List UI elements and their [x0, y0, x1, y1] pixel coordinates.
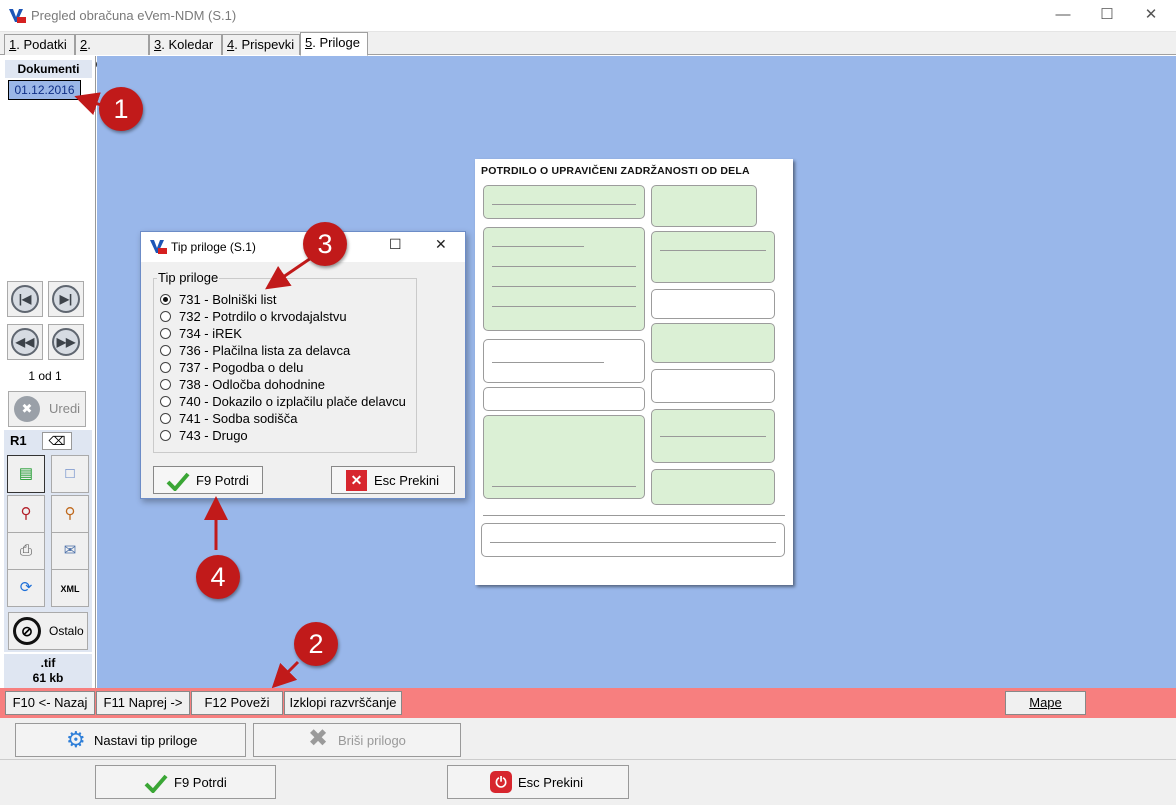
footer-bar: F9 Potrdi ⏻ Esc Prekini	[0, 760, 1176, 805]
radio-icon	[160, 396, 171, 407]
disable-sorting-button[interactable]: Izklopi razvrščanje	[284, 691, 402, 715]
file-extension: .tif	[40, 656, 56, 670]
file-size: 61 kb	[32, 671, 64, 685]
dialog-maximize-icon[interactable]: ☐	[389, 236, 402, 253]
cancel-x-icon: ✕	[346, 470, 367, 491]
next-button[interactable]: F11 Naprej ->	[96, 691, 190, 715]
footer-cancel-button[interactable]: ⏻ Esc Prekini	[447, 765, 629, 799]
tab-priloge[interactable]: 5. Priloge	[300, 32, 368, 56]
file-info: .tif 61 kb	[4, 654, 92, 688]
refresh-icon[interactable]: ⟳	[7, 569, 45, 607]
minimize-icon[interactable]: —	[1040, 0, 1086, 32]
previous-record-button[interactable]: ◀◀	[7, 324, 43, 360]
callout-4: 4	[196, 555, 240, 599]
attachment-type-dialog: Tip priloge (S.1) ☐ ✕ Tip priloge 731 - …	[140, 231, 466, 499]
form-section	[483, 185, 645, 219]
form-section	[651, 289, 775, 319]
xml-file-icon[interactable]: XML	[51, 569, 89, 607]
tools-icon: ✖	[14, 396, 40, 422]
link-button[interactable]: F12 Poveži	[191, 691, 283, 715]
title-bar: Pregled obračuna eVem-NDM (S.1) — ☐ ✕	[0, 0, 1176, 32]
r1-row: R1 ⌫	[4, 430, 92, 452]
last-record-button[interactable]: ▶|	[48, 281, 84, 317]
footer-confirm-button[interactable]: F9 Potrdi	[95, 765, 276, 799]
power-icon: ⏻	[490, 771, 512, 793]
dialog-confirm-button[interactable]: F9 Potrdi	[153, 466, 263, 494]
app-logo-icon	[9, 9, 26, 23]
edit-button[interactable]: ✖ Uredi	[8, 391, 86, 427]
other-button[interactable]: ⊘ Ostalo	[8, 612, 88, 650]
set-attachment-type-button[interactable]: ⚙ Nastavi tip priloge	[15, 723, 246, 757]
attachment-type-group: Tip priloge 731 - Bolniški list 732 - Po…	[153, 270, 417, 453]
radio-icon	[160, 328, 171, 339]
maps-button[interactable]: Mape	[1005, 691, 1086, 715]
form-section	[483, 387, 645, 411]
document-title: POTRDILO O UPRAVIČENI ZADRŽANOSTI OD DEL…	[481, 165, 750, 177]
gear-icon: ⚙	[66, 727, 86, 752]
back-button[interactable]: F10 <- Nazaj	[5, 691, 95, 715]
printer-icon[interactable]: ⎙	[7, 532, 45, 570]
list-view-icon[interactable]: ▤	[7, 455, 45, 493]
form-section	[483, 227, 645, 331]
radio-icon	[160, 379, 171, 390]
group-label: Tip priloge	[157, 270, 220, 285]
close-icon[interactable]: ✕	[1128, 0, 1174, 32]
eraser-icon[interactable]: ⌫	[42, 432, 72, 450]
app-logo-icon	[150, 240, 167, 254]
checkmark-icon	[166, 472, 190, 491]
tab-podatki[interactable]: 1. Podatki	[4, 34, 75, 55]
email-icon[interactable]: ✉	[51, 532, 89, 570]
document-list-item[interactable]: 01.12.2016	[8, 80, 81, 100]
first-record-button[interactable]: |◀	[7, 281, 43, 317]
radio-icon	[160, 362, 171, 373]
dialog-close-icon[interactable]: ✕	[435, 236, 447, 253]
action-bar: ⚙ Nastavi tip priloge ✖ Briši prilogo	[0, 718, 1176, 760]
callout-3: 3	[303, 222, 347, 266]
last-icon: ▶|	[52, 285, 80, 313]
tab-koledar[interactable]: 3. Koledar	[149, 34, 222, 55]
form-section	[651, 231, 775, 283]
checkmark-icon	[144, 774, 168, 793]
tab-prispevki[interactable]: 4. Prispevki	[222, 34, 300, 55]
delete-x-icon: ✖	[308, 725, 329, 752]
form-section	[483, 415, 645, 499]
documents-panel: Dokumenti 01.12.2016 |◀ ▶| ◀◀ ▶▶ 1 od 1 …	[0, 56, 96, 688]
callout-2: 2	[294, 622, 338, 666]
form-section	[651, 185, 757, 227]
radio-icon	[160, 413, 171, 424]
page-icon[interactable]: □	[51, 455, 89, 493]
radio-checked-icon	[160, 294, 171, 305]
form-section	[481, 523, 785, 557]
next-record-button[interactable]: ▶▶	[48, 324, 84, 360]
form-section	[651, 369, 775, 403]
pager-text: 1 od 1	[28, 369, 62, 383]
rewind-icon: ◀◀	[11, 328, 39, 356]
zoom-out-icon[interactable]: ⚲	[51, 495, 89, 533]
form-section	[483, 339, 645, 383]
maximize-icon[interactable]: ☐	[1084, 0, 1130, 32]
documents-header: Dokumenti	[5, 60, 92, 78]
callout-1: 1	[99, 87, 143, 131]
delete-attachment-button[interactable]: ✖ Briši prilogo	[253, 723, 461, 757]
no-symbol-icon: ⊘	[13, 617, 41, 645]
forward-icon: ▶▶	[52, 328, 80, 356]
form-section	[651, 409, 775, 463]
radio-icon	[160, 311, 171, 322]
form-section	[651, 469, 775, 505]
zoom-in-icon[interactable]: ⚲	[7, 495, 45, 533]
dialog-title: Tip priloge (S.1)	[171, 240, 256, 254]
r1-label: R1	[10, 433, 27, 448]
first-icon: |◀	[11, 285, 39, 313]
form-section	[651, 323, 775, 363]
tab-obracun[interactable]: 2. Obračun	[75, 34, 149, 71]
dialog-cancel-button[interactable]: ✕ Esc Prekini	[331, 466, 455, 494]
radio-icon	[160, 430, 171, 441]
scanned-document-image: POTRDILO O UPRAVIČENI ZADRŽANOSTI OD DEL…	[475, 159, 793, 585]
function-key-bar: F10 <- Nazaj F11 Naprej -> F12 Poveži Iz…	[0, 688, 1176, 718]
tab-bar: 1. Podatki 2. Obračun 3. Koledar 4. Pris…	[0, 32, 1176, 71]
radio-icon	[160, 345, 171, 356]
window-title: Pregled obračuna eVem-NDM (S.1)	[31, 8, 237, 23]
